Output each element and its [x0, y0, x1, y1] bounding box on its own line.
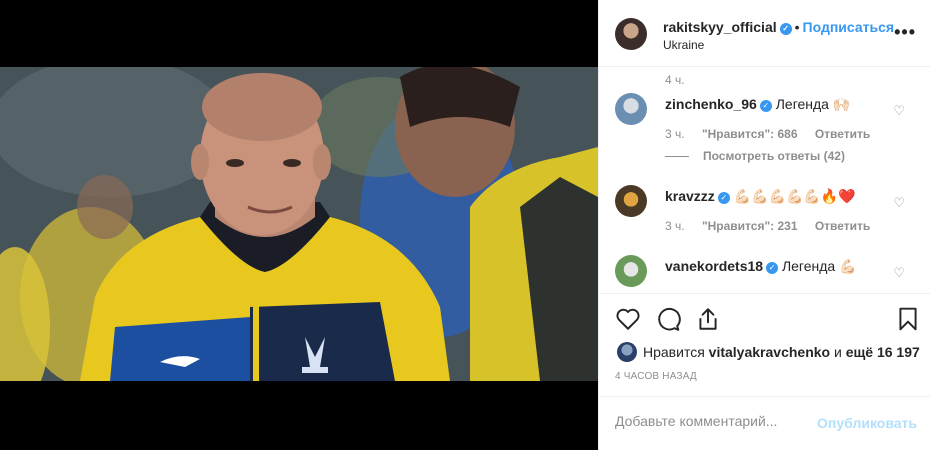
comment-icon[interactable] [655, 306, 681, 332]
verified-icon: ✓ [766, 262, 779, 274]
bookmark-icon[interactable] [895, 306, 921, 332]
author-line: rakitskyy_official ✓ • Подписаться [663, 19, 894, 35]
comment-like-heart-icon[interactable]: ♡ [893, 103, 905, 119]
separator-dot: • [794, 19, 800, 35]
publish-button[interactable]: Опубликовать [817, 415, 917, 431]
verified-icon: ✓ [779, 23, 792, 35]
commenter-avatar[interactable] [615, 185, 647, 217]
comment-likes-count[interactable]: "Нравится": 686 [702, 127, 798, 141]
author-username[interactable]: rakitskyy_official [663, 19, 777, 35]
comment-input[interactable] [615, 413, 815, 429]
commenter-username[interactable]: vanekordets18 [665, 258, 763, 274]
likes-summary[interactable]: Нравится vitalyakravchenko и ещё 16 197 [617, 342, 920, 362]
comment-text: 💪🏻💪🏻💪🏻💪🏻💪🏻🔥❤️ [733, 188, 856, 204]
commenter-avatar[interactable] [615, 255, 647, 287]
commenter-username[interactable]: zinchenko_96 [665, 96, 757, 112]
more-options-icon[interactable]: ••• [894, 22, 916, 43]
comment-like-heart-icon[interactable]: ♡ [893, 265, 905, 281]
comment-body: zinchenko_96 ✓ Легенда 🙌🏻 [665, 96, 850, 113]
post-location[interactable]: Ukraine [663, 38, 704, 52]
heart-icon[interactable] [615, 306, 641, 332]
comment-time[interactable]: 3 ч. [665, 127, 685, 141]
commenter-avatar[interactable] [615, 93, 647, 125]
post-side-panel: rakitskyy_official ✓ • Подписаться Ukraine … [598, 0, 930, 450]
commenter-username[interactable]: kravzzz [665, 188, 715, 204]
add-comment-form: Опубликовать [599, 396, 930, 450]
football-player-photo [0, 67, 598, 381]
comments-list[interactable]: 4 ч. zinchenko_96 ✓ Легенда 🙌🏻 ♡ 3 ч. "Нр… [599, 67, 930, 293]
post-header: rakitskyy_official ✓ • Подписаться Ukraine … [599, 0, 930, 67]
replies-line [665, 156, 689, 158]
comment-time[interactable]: 3 ч. [665, 219, 685, 233]
post-photo[interactable] [0, 67, 598, 381]
likes-middle: и [833, 344, 842, 360]
author-avatar[interactable] [615, 18, 647, 50]
comment-body: kravzzz ✓ 💪🏻💪🏻💪🏻💪🏻💪🏻🔥❤️ [665, 188, 856, 205]
post-timestamp[interactable]: 4 ЧАСОВ НАЗАД [615, 371, 697, 382]
comment-body: vanekordets18 ✓ Легенда 💪🏻 [665, 258, 857, 275]
comment-text: Легенда 💪🏻 [781, 258, 857, 274]
view-replies-label: Посмотреть ответы (42) [703, 149, 845, 163]
view-replies-button[interactable]: Посмотреть ответы (42) [665, 149, 845, 163]
post-media [0, 0, 598, 450]
comment-text: Легенда 🙌🏻 [775, 96, 851, 112]
likes-prefix: Нравится [643, 344, 705, 360]
share-icon[interactable] [695, 306, 721, 332]
comment-like-heart-icon[interactable]: ♡ [893, 195, 905, 211]
comment-meta: 3 ч. "Нравится": 231 Ответить [665, 219, 884, 233]
liker-username[interactable]: vitalyakravchenko [709, 344, 830, 360]
comment-likes-count[interactable]: "Нравится": 231 [702, 219, 798, 233]
post-actions-bar [599, 293, 930, 343]
liker-avatar[interactable] [617, 342, 637, 362]
comment-meta: 3 ч. "Нравится": 686 Ответить [665, 127, 884, 141]
likes-others[interactable]: ещё 16 197 [846, 344, 920, 360]
reply-button[interactable]: Ответить [815, 127, 870, 141]
verified-icon: ✓ [717, 192, 730, 204]
follow-button[interactable]: Подписаться [803, 19, 895, 35]
reply-button[interactable]: Ответить [815, 219, 870, 233]
caption-time: 4 ч. [665, 73, 685, 87]
verified-icon: ✓ [759, 100, 772, 112]
